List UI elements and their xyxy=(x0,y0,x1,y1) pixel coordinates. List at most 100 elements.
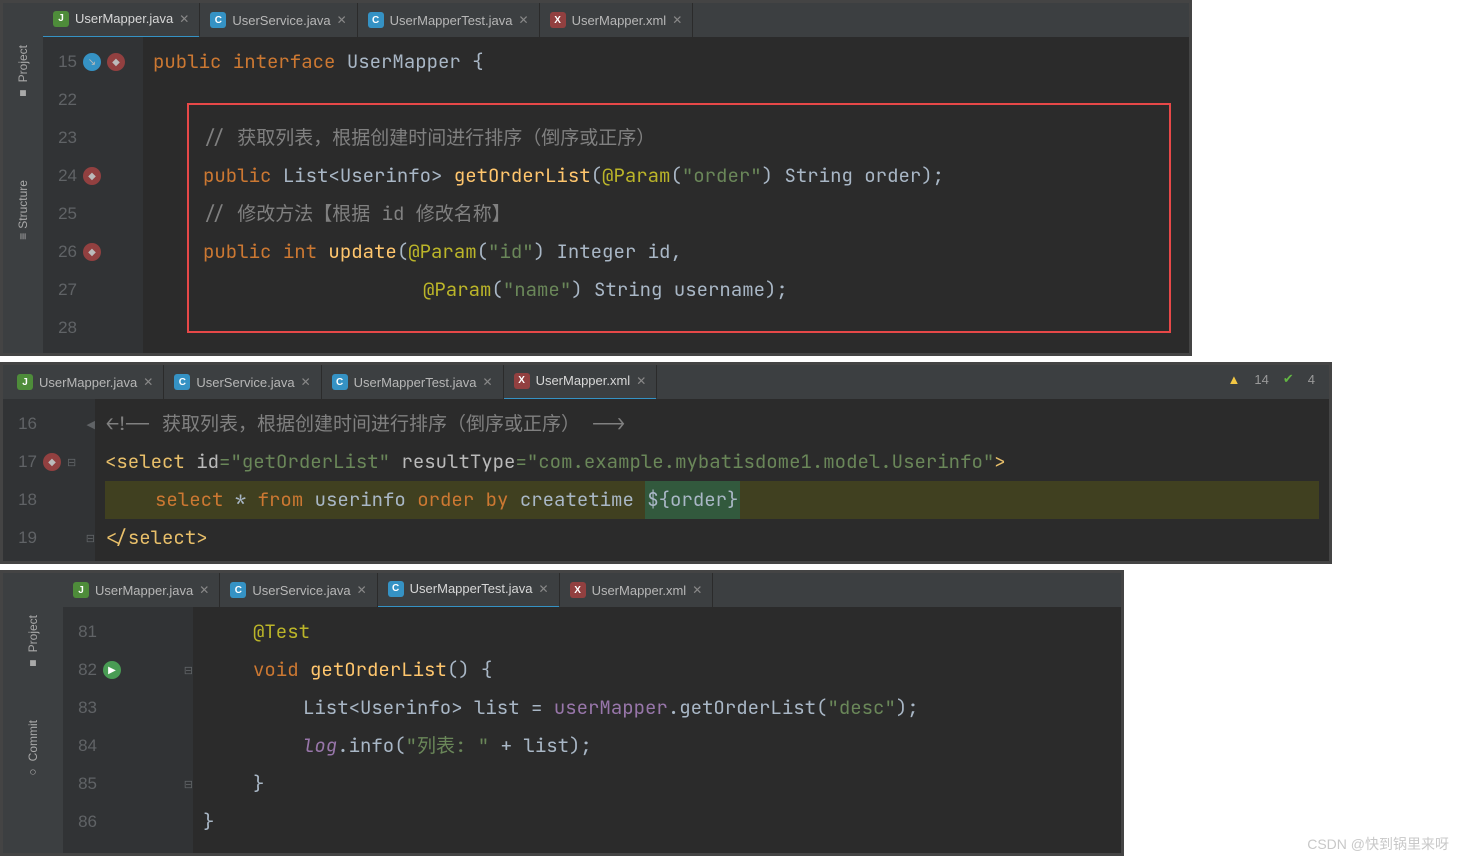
mybatis-icon[interactable]: ◆ xyxy=(107,53,125,71)
close-icon[interactable]: ✕ xyxy=(337,13,347,27)
code-editor[interactable]: public interface UserMapper { // 获取列表，根据… xyxy=(143,37,1189,353)
tool-project[interactable]: ■Project xyxy=(16,45,30,100)
line-number: 81 xyxy=(71,622,97,642)
close-icon[interactable]: ✕ xyxy=(199,583,209,597)
tab-label: UserMapper.java xyxy=(75,11,173,26)
line-number: 28 xyxy=(51,318,77,338)
line-number: 27 xyxy=(51,280,77,300)
tab-label: UserMapperTest.java xyxy=(410,581,533,596)
xml-file-icon: X xyxy=(550,12,566,28)
gutter: 16 ◀ 17 ◆ ⊟ 18 19 ⊟ xyxy=(3,399,95,561)
editor-panel-test: J UserMapper.java ✕ C UserService.java ✕ C Us… xyxy=(0,570,1124,856)
tool-structure[interactable]: ≡Structure xyxy=(16,180,30,240)
line-number: 83 xyxy=(71,698,97,718)
ok-icon: ✔ xyxy=(1283,371,1294,387)
tool-window-bar: ■Project ≡Structure xyxy=(3,37,43,353)
code-editor[interactable]: @Test void getOrderList() { List<Userinf… xyxy=(193,607,1121,853)
breadcrumb-back-icon[interactable]: ◀ xyxy=(87,418,95,431)
close-icon[interactable]: ✕ xyxy=(301,375,311,389)
tab-userservice-java[interactable]: C UserService.java ✕ xyxy=(220,573,377,607)
close-icon[interactable]: ✕ xyxy=(519,13,529,27)
fold-icon[interactable]: ⊟ xyxy=(67,456,76,469)
class-file-icon: C xyxy=(332,374,348,390)
tab-usermapper-java[interactable]: J UserMapper.java ✕ xyxy=(43,3,200,38)
code-editor[interactable]: <!-- 获取列表，根据创建时间进行排序（倒序或正序） --> <select … xyxy=(95,399,1329,561)
class-file-icon: C xyxy=(174,374,190,390)
tab-label: UserMapper.xml xyxy=(572,13,667,28)
java-file-icon: J xyxy=(73,582,89,598)
tab-label: UserMapper.xml xyxy=(536,373,631,388)
nav-icon[interactable]: ↘ xyxy=(83,53,101,71)
line-number: 22 xyxy=(51,90,77,110)
fold-icon[interactable]: ⊟ xyxy=(184,664,193,677)
line-number: 18 xyxy=(11,490,37,510)
tab-label: UserMapper.java xyxy=(95,583,193,598)
line-number: 19 xyxy=(11,528,37,548)
tab-usermappertest-java[interactable]: C UserMapperTest.java ✕ xyxy=(378,573,560,608)
line-number: 16 xyxy=(11,414,37,434)
mybatis-icon[interactable]: ◆ xyxy=(43,453,61,471)
warning-count: 14 xyxy=(1254,372,1268,387)
line-number: 86 xyxy=(71,812,97,832)
java-file-icon: J xyxy=(53,11,69,27)
tab-usermapper-xml[interactable]: X UserMapper.xml ✕ xyxy=(560,573,714,607)
tool-commit[interactable]: ○Commit xyxy=(26,720,40,779)
tab-usermapper-xml[interactable]: X UserMapper.xml ✕ xyxy=(504,365,658,400)
editor-panel-usermapper: J UserMapper.java ✕ C UserService.java ✕ C Us… xyxy=(0,0,1192,356)
class-file-icon: C xyxy=(368,12,384,28)
close-icon[interactable]: ✕ xyxy=(179,12,189,26)
watermark: CSDN @快到锅里来呀 xyxy=(1307,834,1449,854)
tab-bar: J UserMapper.java ✕ C UserService.java ✕ C Us… xyxy=(3,3,1189,38)
close-icon[interactable]: ✕ xyxy=(672,13,682,27)
tab-usermapper-xml[interactable]: X UserMapper.xml ✕ xyxy=(540,3,694,37)
inspection-widget[interactable]: ▲ 14 ✔ 4 xyxy=(1228,371,1315,387)
run-test-icon[interactable]: ▶ xyxy=(103,661,121,679)
tab-usermappertest-java[interactable]: C UserMapperTest.java ✕ xyxy=(322,365,504,399)
tab-userservice-java[interactable]: C UserService.java ✕ xyxy=(200,3,357,37)
tool-window-bar: ■Project ○Commit xyxy=(3,607,63,853)
line-number: 82 xyxy=(71,660,97,680)
line-number: 26 xyxy=(51,242,77,262)
tab-usermappertest-java[interactable]: C UserMapperTest.java ✕ xyxy=(358,3,540,37)
close-icon[interactable]: ✕ xyxy=(692,583,702,597)
mybatis-icon[interactable]: ◆ xyxy=(83,167,101,185)
fold-end-icon[interactable]: ⊟ xyxy=(86,532,95,545)
ok-count: 4 xyxy=(1308,372,1315,387)
editor-panel-xml: J UserMapper.java ✕ C UserService.java ✕ C Us… xyxy=(0,362,1332,564)
mybatis-icon[interactable]: ◆ xyxy=(83,243,101,261)
line-number: 25 xyxy=(51,204,77,224)
gutter: 15↘◆ 22 23 24◆ 25 26◆ 27 28 xyxy=(43,37,143,353)
xml-file-icon: X xyxy=(570,582,586,598)
tab-userservice-java[interactable]: C UserService.java ✕ xyxy=(164,365,321,399)
tab-usermapper-java[interactable]: J UserMapper.java ✕ xyxy=(63,573,220,607)
tab-bar: J UserMapper.java ✕ C UserService.java ✕ C Us… xyxy=(3,573,1121,608)
tab-label: UserMapperTest.java xyxy=(354,375,477,390)
class-file-icon: C xyxy=(388,581,404,597)
gutter: 81 82 ▶ ⊟ 83 84 85 ⊟ 86 xyxy=(63,607,193,853)
tab-label: UserService.java xyxy=(252,583,350,598)
class-file-icon: C xyxy=(230,582,246,598)
tab-label: UserService.java xyxy=(196,375,294,390)
tab-label: UserMapperTest.java xyxy=(390,13,513,28)
line-number: 23 xyxy=(51,128,77,148)
close-icon[interactable]: ✕ xyxy=(636,374,646,388)
tab-bar: J UserMapper.java ✕ C UserService.java ✕ C Us… xyxy=(3,365,1329,400)
tab-label: UserMapper.xml xyxy=(592,583,687,598)
class-file-icon: C xyxy=(210,12,226,28)
close-icon[interactable]: ✕ xyxy=(539,582,549,596)
fold-end-icon[interactable]: ⊟ xyxy=(184,778,193,791)
line-number: 84 xyxy=(71,736,97,756)
tool-project[interactable]: ■Project xyxy=(26,615,40,670)
close-icon[interactable]: ✕ xyxy=(357,583,367,597)
line-number: 17 xyxy=(11,452,37,472)
tab-label: UserService.java xyxy=(232,13,330,28)
tab-label: UserMapper.java xyxy=(39,375,137,390)
tab-usermapper-java[interactable]: J UserMapper.java ✕ xyxy=(7,365,164,399)
close-icon[interactable]: ✕ xyxy=(143,375,153,389)
java-file-icon: J xyxy=(17,374,33,390)
line-number: 85 xyxy=(71,774,97,794)
warning-icon: ▲ xyxy=(1228,372,1241,387)
line-number: 15 xyxy=(51,52,77,72)
xml-file-icon: X xyxy=(514,373,530,389)
close-icon[interactable]: ✕ xyxy=(483,375,493,389)
